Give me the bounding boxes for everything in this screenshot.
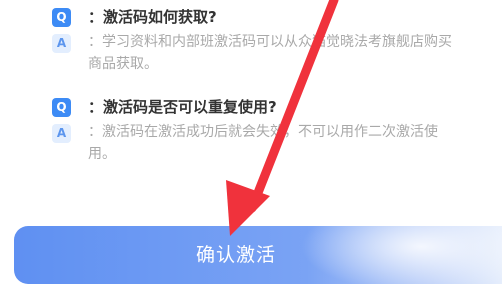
question-badge-icon: Q — [52, 8, 71, 27]
faq-item: Q ：激活码如何获取? A ：学习资料和内部班激活码可以从众猫觉晓法考旗舰店购买… — [52, 6, 452, 75]
faq-answer: ：激活码在激活成功后就会失效，不可以用作二次激活使用。 — [88, 124, 438, 162]
faq-answer-row: A ：激活码在激活成功后就会失效，不可以用作二次激活使用。 — [52, 121, 452, 165]
faq-question: ：激活码如何获取? — [88, 8, 217, 26]
faq-answer-row: A ：学习资料和内部班激活码可以从众猫觉晓法考旗舰店购买商品获取。 — [52, 31, 452, 75]
faq-question-row: Q ：激活码是否可以重复使用? — [52, 96, 452, 119]
answer-badge-icon: A — [52, 34, 71, 53]
confirm-activation-label: 确认激活 — [195, 244, 276, 266]
answer-badge-icon: A — [52, 124, 71, 143]
faq-question-row: Q ：激活码如何获取? — [52, 6, 452, 29]
confirm-activation-button[interactable]: 确认激活 — [14, 226, 502, 284]
faq-item: Q ：激活码是否可以重复使用? A ：激活码在激活成功后就会失效，不可以用作二次… — [52, 96, 452, 165]
faq-answer: ：学习资料和内部班激活码可以从众猫觉晓法考旗舰店购买商品获取。 — [88, 34, 452, 72]
faq-question: ：激活码是否可以重复使用? — [88, 98, 277, 116]
question-badge-icon: Q — [52, 98, 71, 117]
activation-page: Q ：激活码如何获取? A ：学习资料和内部班激活码可以从众猫觉晓法考旗舰店购买… — [0, 0, 502, 293]
